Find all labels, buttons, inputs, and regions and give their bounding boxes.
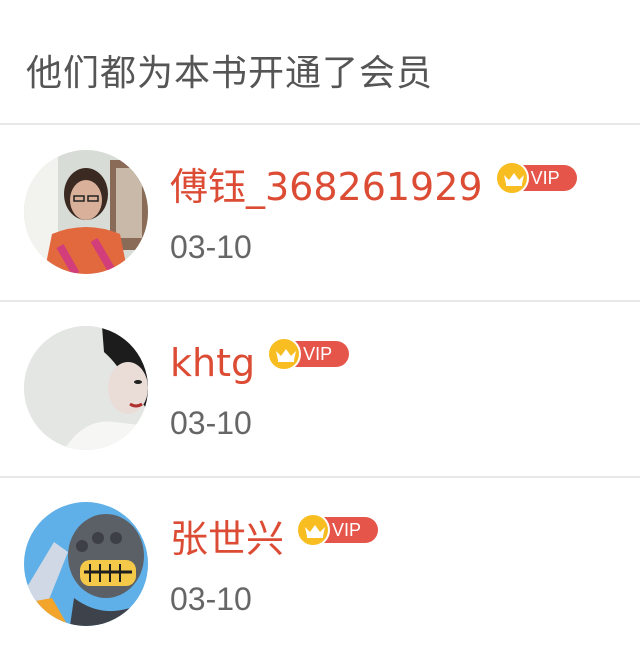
members-header: 他们都为本书开通了会员 <box>0 0 640 125</box>
vip-badge: VIP <box>267 337 350 371</box>
crown-icon <box>494 161 529 195</box>
member-date: 03-10 <box>170 581 252 617</box>
vip-badge: VIP <box>494 161 577 195</box>
girl-photo-avatar[interactable] <box>24 150 148 274</box>
name-line: 傅钰_368261929 VIP <box>170 161 577 212</box>
member-row[interactable]: 张世兴 VIP 03-10 <box>0 478 640 652</box>
member-date: 03-10 <box>170 405 252 441</box>
name-line: 张世兴 VIP <box>170 513 379 564</box>
member-name[interactable]: 傅钰_368261929 <box>170 162 483 212</box>
crown-icon <box>267 337 302 371</box>
name-line: khtg VIP <box>170 337 350 388</box>
vip-badge: VIP <box>296 513 379 547</box>
crown-icon <box>296 513 331 547</box>
member-row[interactable]: khtg VIP 03-10 <box>0 302 640 478</box>
cartoon-knight-avatar[interactable] <box>24 502 148 626</box>
header-title: 他们都为本书开通了会员 <box>26 53 434 94</box>
member-row[interactable]: 傅钰_368261929 VIP 03-10 <box>0 126 640 302</box>
member-name[interactable]: khtg <box>170 338 255 388</box>
member-name[interactable]: 张世兴 <box>170 514 284 564</box>
vip-label: VIP <box>332 520 362 540</box>
vip-label: VIP <box>303 344 333 364</box>
vip-label: VIP <box>530 168 560 188</box>
member-date: 03-10 <box>170 229 252 265</box>
woman-photo-avatar[interactable] <box>24 326 148 450</box>
